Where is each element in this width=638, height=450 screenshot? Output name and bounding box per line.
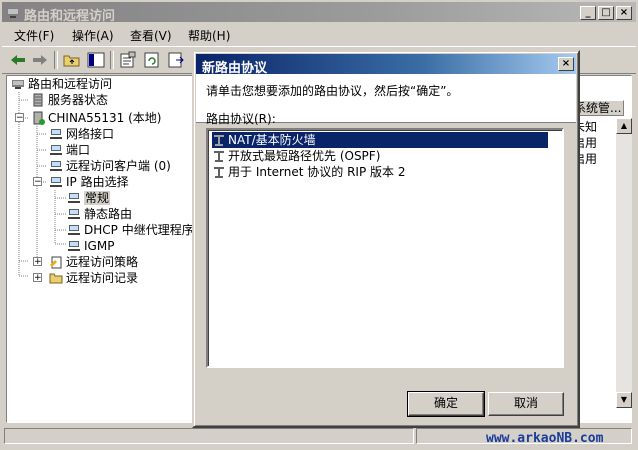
collapse-toggle[interactable]: − xyxy=(33,177,42,187)
menu-view[interactable]: 查看(V) xyxy=(130,27,172,44)
properties-icon[interactable] xyxy=(118,51,138,69)
tree-general-label: 常规 xyxy=(84,191,111,205)
console-tree: 路由和远程访问 服务器状态 − CHINA55131 (本地) 网络接口 端口 … xyxy=(6,75,196,423)
show-tree-icon[interactable] xyxy=(86,51,106,69)
tree-remote-logging[interactable]: 远程访问记录 xyxy=(49,270,138,286)
tree-igmp[interactable]: IGMP xyxy=(67,238,114,254)
network-interface-icon xyxy=(50,129,62,139)
window-title: 路由和远程访问 xyxy=(24,9,116,24)
scroll-up-button[interactable]: ▲ xyxy=(616,118,632,134)
tree-ports[interactable]: 端口 xyxy=(49,142,90,158)
tree-remote-clients-label: 远程访问客户端 (0) xyxy=(66,159,171,173)
tree-ip-routing-label: IP 路由选择 xyxy=(66,175,129,189)
close-button[interactable]: × xyxy=(616,6,632,20)
title-bar: 路由和远程访问 _ □ × xyxy=(2,2,636,24)
protocol-item-label: NAT/基本防火墙 xyxy=(228,133,316,147)
tree-root-label: 路由和远程访问 xyxy=(28,77,113,91)
tree-general[interactable]: 常规 xyxy=(67,190,111,206)
remote-clients-icon xyxy=(50,161,62,171)
protocol-item-nat[interactable]: NAT/基本防火墙 xyxy=(212,132,548,148)
main-window: 路由和远程访问 _ □ × 文件(F) 操作(A) 查看(V) 帮助(H) 路由… xyxy=(0,0,638,450)
policy-icon xyxy=(50,256,62,269)
tree-remote-clients[interactable]: 远程访问客户端 (0) xyxy=(49,158,171,174)
watermark: www.arkaoNB.com xyxy=(486,431,604,446)
tree-static-routes[interactable]: 静态路由 xyxy=(67,206,132,222)
protocol-list[interactable]: NAT/基本防火墙 开放式最短路径优先 (OSPF) 用于 Internet 协… xyxy=(206,128,564,368)
minimize-button[interactable]: _ xyxy=(580,6,596,20)
protocol-item-label: 用于 Internet 协议的 RIP 版本 2 xyxy=(228,165,406,179)
up-folder-icon[interactable] xyxy=(62,51,82,69)
tree-root[interactable]: 路由和远程访问 xyxy=(11,76,112,92)
expand-toggle[interactable]: + xyxy=(33,257,42,267)
maximize-button[interactable]: □ xyxy=(598,6,614,20)
folder-icon xyxy=(49,273,63,284)
forward-arrow-icon[interactable] xyxy=(30,51,50,69)
ok-button[interactable]: 确定 xyxy=(407,391,485,417)
tree-ip-routing[interactable]: IP 路由选择 xyxy=(49,174,129,190)
refresh-icon[interactable] xyxy=(142,51,162,69)
tree-server-label: CHINA55131 (本地) xyxy=(48,111,162,125)
cancel-button[interactable]: 取消 xyxy=(488,392,564,416)
protocol-list-label: 路由协议(R): xyxy=(206,112,276,126)
server-icon xyxy=(33,111,45,125)
tree-network-interfaces[interactable]: 网络接口 xyxy=(49,126,114,142)
dhcp-relay-icon xyxy=(68,225,80,235)
tree-ports-label: 端口 xyxy=(66,143,91,157)
protocol-item-label: 开放式最短路径优先 (OSPF) xyxy=(228,149,381,163)
export-list-icon[interactable] xyxy=(166,51,186,69)
tree-remote-policies[interactable]: 远程访问策略 xyxy=(49,254,138,270)
vertical-scrollbar[interactable]: ▲ ▼ xyxy=(616,118,632,408)
tree-dhcp-relay[interactable]: DHCP 中继代理程序 xyxy=(67,222,194,238)
ip-routing-icon xyxy=(50,177,62,187)
server-status-icon xyxy=(33,93,43,107)
tree-remote-logging-label: 远程访问记录 xyxy=(66,271,139,285)
general-icon xyxy=(68,193,80,203)
tree-server[interactable]: CHINA55131 (本地) xyxy=(31,110,161,126)
tree-remote-policies-label: 远程访问策略 xyxy=(66,255,139,269)
tree-static-routes-label: 静态路由 xyxy=(84,207,133,221)
protocol-item-rip[interactable]: 用于 Internet 协议的 RIP 版本 2 xyxy=(212,164,548,180)
dialog-instruction: 请单击您想要添加的路由协议，然后按“确定”。 xyxy=(206,84,459,98)
menu-bar: 文件(F) 操作(A) 查看(V) 帮助(H) xyxy=(2,24,636,44)
tree-network-interfaces-label: 网络接口 xyxy=(66,127,115,141)
static-routes-icon xyxy=(68,209,80,219)
protocol-icon xyxy=(214,135,224,146)
igmp-icon xyxy=(68,241,80,251)
tree-igmp-label: IGMP xyxy=(84,239,115,253)
routing-root-icon xyxy=(12,80,24,89)
ports-icon xyxy=(50,145,62,155)
toolbar-separator xyxy=(54,51,58,69)
protocol-item-ospf[interactable]: 开放式最短路径优先 (OSPF) xyxy=(212,148,548,164)
expand-toggle[interactable]: + xyxy=(33,273,42,283)
routing-app-icon xyxy=(7,8,19,18)
tree-server-status[interactable]: 服务器状态 xyxy=(31,92,108,108)
dialog-close-button[interactable]: × xyxy=(558,57,574,71)
back-arrow-icon[interactable] xyxy=(8,51,28,69)
menu-action[interactable]: 操作(A) xyxy=(72,27,114,44)
toolbar-separator xyxy=(110,51,114,69)
tree-dhcp-relay-label: DHCP 中继代理程序 xyxy=(84,223,194,237)
collapse-toggle[interactable]: − xyxy=(15,113,24,123)
protocol-icon xyxy=(214,167,224,178)
status-cell-main xyxy=(4,428,414,444)
menu-file[interactable]: 文件(F) xyxy=(14,27,54,44)
protocol-icon xyxy=(214,151,224,162)
dialog-title-bar: 新路由协议 × xyxy=(196,54,576,76)
menu-help[interactable]: 帮助(H) xyxy=(188,27,230,44)
new-routing-protocol-dialog: 新路由协议 × 请单击您想要添加的路由协议，然后按“确定”。 路由协议(R): … xyxy=(192,50,580,428)
scroll-down-button[interactable]: ▼ xyxy=(616,392,632,408)
tree-server-status-label: 服务器状态 xyxy=(48,93,109,107)
